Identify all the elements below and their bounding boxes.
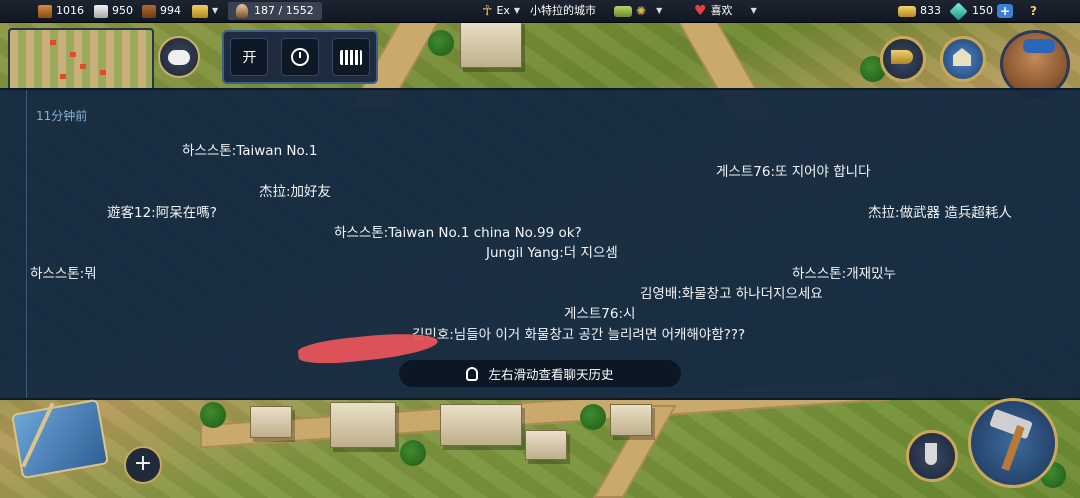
horn-button[interactable] bbox=[880, 36, 926, 82]
buy-gems-button[interactable]: + bbox=[997, 4, 1013, 18]
gem-amount: 150 bbox=[972, 4, 993, 17]
keyboard-button[interactable] bbox=[331, 38, 370, 76]
hammer-icon bbox=[989, 408, 1033, 440]
chat-message: 杰拉:做武器 造兵超耗人 bbox=[868, 205, 1012, 221]
chat-message: 김민호:님들아 이거 화물창고 공간 늘리려면 어캐해야함??? bbox=[412, 327, 746, 343]
horn-icon bbox=[891, 50, 913, 64]
chat-message: 하스스톤:뭐 bbox=[30, 266, 97, 282]
caret-down-icon: ▼ bbox=[513, 6, 521, 15]
city-name: 小特拉的城市 bbox=[530, 4, 596, 17]
temple-button[interactable] bbox=[940, 36, 986, 82]
chat-toggle-button[interactable] bbox=[158, 36, 200, 78]
chat-history-button[interactable] bbox=[280, 38, 319, 76]
caret-down-icon: ▼ bbox=[750, 6, 757, 15]
stone-amount: 950 bbox=[112, 4, 133, 17]
clock-icon bbox=[290, 48, 309, 66]
food-resource[interactable]: 1016 bbox=[38, 0, 84, 22]
ankh-icon: ☥ bbox=[482, 3, 493, 19]
question-mark-icon: ? bbox=[1030, 4, 1037, 18]
heart-icon: ♥ bbox=[694, 3, 707, 19]
history-hint-label: 左右滑动查看聊天历史 bbox=[488, 367, 614, 382]
chat-message: 杰拉:加好友 bbox=[259, 184, 332, 200]
keyboard-icon bbox=[339, 49, 362, 65]
temple-icon bbox=[953, 48, 971, 66]
coin-stack-icon bbox=[898, 5, 916, 17]
wood-resource[interactable]: 994 bbox=[142, 0, 181, 22]
city-name-label[interactable]: 小特拉的城市 bbox=[530, 0, 596, 22]
gold-bars-icon bbox=[192, 4, 208, 18]
speech-bubble-icon bbox=[168, 49, 190, 65]
player-name: Ex bbox=[496, 4, 510, 17]
population-display[interactable]: 187 / 1552 bbox=[228, 0, 322, 22]
caret-down-icon: ▼ bbox=[212, 6, 219, 15]
minimap[interactable] bbox=[8, 28, 154, 92]
top-resource-bar: 1016 950 994 ▼ 187 / 1552 ☥ Ex ▼ 小特拉的城市 … bbox=[0, 0, 1080, 23]
chat-open-label: 开 bbox=[242, 50, 257, 66]
coin-balance[interactable]: 833 bbox=[898, 0, 941, 22]
chat-message: 하스스톤:Taiwan No.1 bbox=[182, 143, 318, 159]
swipe-hand-icon bbox=[466, 366, 479, 381]
chat-message: 김영배:화물창고 하나더지으세요 bbox=[640, 286, 823, 302]
worker-icon bbox=[236, 4, 248, 18]
mood-label: 喜欢 bbox=[710, 4, 733, 17]
chat-panel[interactable]: 11分钟前 하스스톤:Taiwan No.1 게스트76:또 지어야 합니다 杰… bbox=[0, 88, 1080, 400]
gem-icon bbox=[949, 1, 968, 21]
chat-message: 遊客12:阿呆在嗎? bbox=[107, 205, 217, 221]
blueprint-icon bbox=[10, 398, 110, 480]
hammer-button[interactable] bbox=[968, 398, 1058, 488]
shovel-button[interactable] bbox=[906, 430, 958, 482]
wheat-icon: ✺ bbox=[636, 4, 647, 18]
gem-balance[interactable]: 150 + bbox=[949, 0, 1013, 22]
population-count: 187 / 1552 bbox=[254, 4, 314, 17]
chat-message: 하스스톤:Taiwan No.1 china No.99 ok? bbox=[334, 225, 582, 241]
chat-message: 게스트76:시 bbox=[564, 306, 636, 322]
scroll-icon bbox=[614, 5, 632, 17]
gold-bars-dropdown[interactable]: ▼ bbox=[192, 0, 218, 22]
trade-goods-dropdown[interactable]: ✺ ▼ bbox=[614, 0, 662, 22]
food-amount: 1016 bbox=[56, 4, 84, 17]
wood-log-icon bbox=[142, 4, 156, 18]
chat-control-panel: 开 bbox=[222, 30, 378, 84]
chat-message: 게스트76:또 지어야 합니다 bbox=[716, 164, 871, 180]
chat-timestamp: 11分钟前 bbox=[36, 109, 88, 123]
stone-resource[interactable]: 950 bbox=[94, 0, 133, 22]
shovel-icon bbox=[925, 443, 937, 465]
stone-block-icon bbox=[94, 4, 108, 18]
chat-message: Jungil Yang:더 지으셈 bbox=[486, 245, 618, 261]
chat-history-swipe-hint[interactable]: 左右滑动查看聊天历史 bbox=[399, 360, 681, 387]
wood-amount: 994 bbox=[160, 4, 181, 17]
help-button[interactable]: ? bbox=[1030, 0, 1037, 22]
chat-open-button[interactable]: 开 bbox=[230, 38, 269, 76]
food-crate-icon bbox=[38, 4, 52, 18]
chat-message: 하스스톤:개재밌누 bbox=[792, 266, 896, 282]
add-button[interactable]: + bbox=[124, 446, 162, 484]
avatar-headdress bbox=[1023, 39, 1055, 53]
build-plans-button[interactable] bbox=[6, 398, 110, 490]
mood-dropdown[interactable]: ♥ 喜欢 ▼ bbox=[694, 0, 757, 22]
player-selector[interactable]: ☥ Ex ▼ bbox=[482, 0, 520, 22]
coin-amount: 833 bbox=[920, 4, 941, 17]
caret-down-icon: ▼ bbox=[656, 6, 663, 15]
